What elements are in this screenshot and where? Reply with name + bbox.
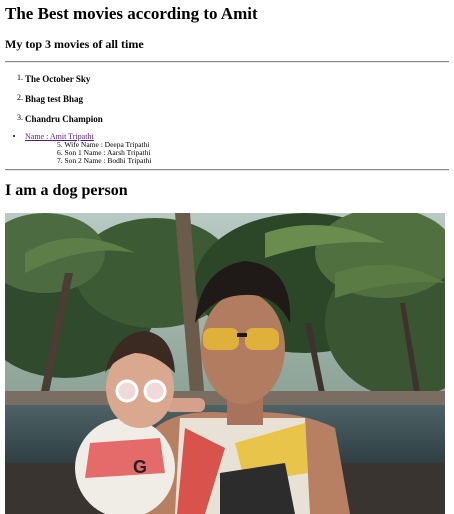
movie-number: 2. <box>17 93 23 102</box>
family-photo: G <box>5 213 445 514</box>
family-member: 7. Son 2 Name : Bodhi Tripathi <box>57 156 152 165</box>
page-content: The Best movies according to Amit My top… <box>0 0 454 200</box>
movie-title: Chandru Champion <box>25 114 103 124</box>
page-subtitle: My top 3 movies of all time <box>5 37 144 51</box>
movie-item: 2. Bhag test Bhag <box>5 92 449 105</box>
movie-item: 1. The October Sky <box>5 72 449 85</box>
movie-title: Bhag test Bhag <box>25 94 84 104</box>
child-shirt-stripe <box>85 438 165 478</box>
family-list-item: Name : Amit Tripathi 5. Wife Name : Deep… <box>5 132 449 165</box>
movie-number: 3. <box>17 113 23 122</box>
family-list: Name : Amit Tripathi 5. Wife Name : Deep… <box>5 132 449 165</box>
child-sunglasses <box>143 379 167 403</box>
divider <box>5 169 449 171</box>
movie-number: 1. <box>17 73 23 82</box>
section-heading: I am a dog person <box>5 182 128 199</box>
sunglasses-bridge <box>237 333 247 337</box>
page-title: The Best movies according to Amit <box>5 4 258 23</box>
sunglasses <box>203 328 239 350</box>
child-sunglasses <box>115 379 139 403</box>
movie-title: The October Sky <box>25 74 91 84</box>
divider <box>5 61 449 63</box>
shirt-text: G <box>133 457 147 477</box>
movie-item: 3. Chandru Champion <box>5 112 449 125</box>
family-members-list: 5. Wife Name : Deepa Tripathi 6. Son 1 N… <box>25 141 449 165</box>
bullet-icon <box>13 135 15 137</box>
sunglasses <box>245 328 279 350</box>
movie-list: 1. The October Sky 2. Bhag test Bhag 3. … <box>5 72 449 125</box>
